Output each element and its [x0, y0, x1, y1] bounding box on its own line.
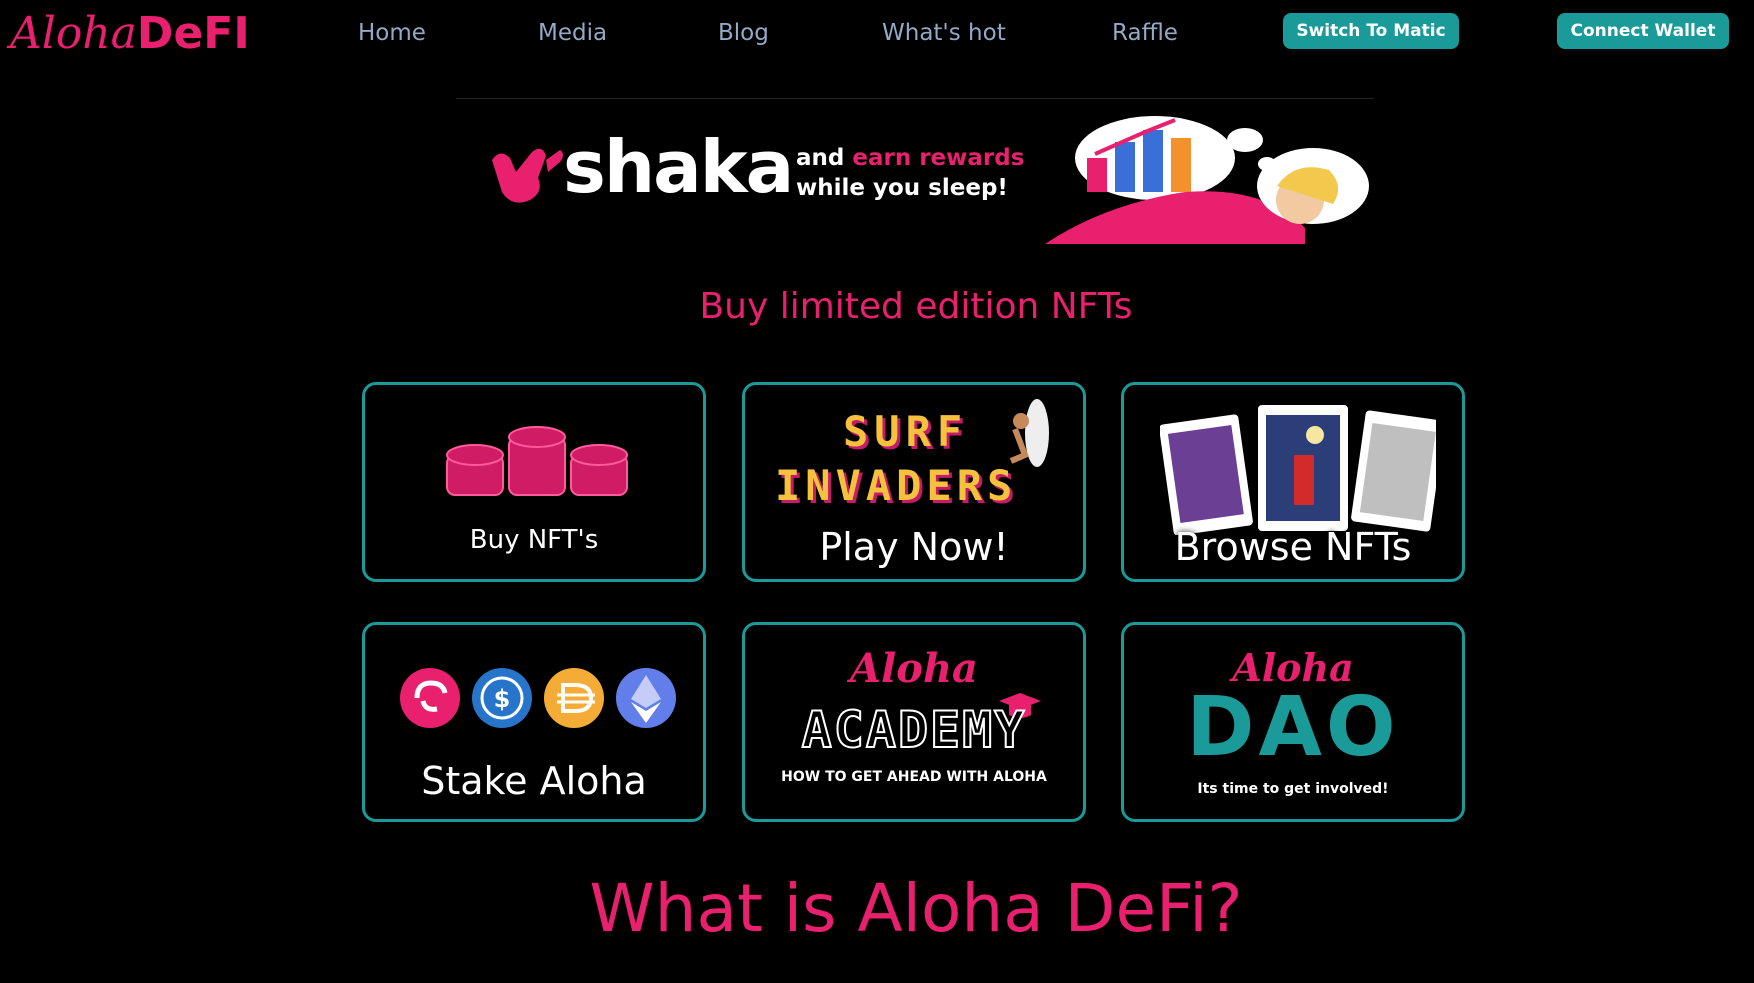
- nav-whats-hot[interactable]: What's hot: [882, 20, 1006, 46]
- svg-text:$: $: [494, 685, 511, 713]
- card-buy-nfts[interactable]: Buy NFT's: [362, 382, 706, 582]
- academy-title: ACADEMY: [801, 700, 1027, 760]
- play-now-label: Play Now!: [819, 525, 1009, 569]
- dao-title: DAO: [1186, 680, 1400, 775]
- tagline-highlight: earn rewards: [852, 145, 1025, 171]
- banner-tagline: and earn rewards while you sleep!: [796, 143, 1024, 203]
- browse-nfts-label: Browse NFTs: [1174, 525, 1412, 569]
- surf-title-line2: INVADERS: [775, 461, 1018, 510]
- sleeping-illustration: [1045, 116, 1369, 244]
- card-surf-invaders[interactable]: SURF INVADERS Play Now!: [742, 382, 1086, 582]
- coin-stacks-icon: [446, 426, 628, 496]
- shaka-hand-icon: [492, 148, 563, 203]
- logo-script-text: Aloha: [10, 8, 137, 59]
- switch-to-matic-button[interactable]: Switch To Matic: [1283, 13, 1459, 49]
- tagline-line2: while you sleep!: [796, 175, 1008, 201]
- site-logo[interactable]: AlohaDeFI: [10, 8, 250, 60]
- nav-blog[interactable]: Blog: [718, 20, 769, 46]
- usdc-token-icon: $: [472, 668, 532, 728]
- tagline-prefix: and: [796, 145, 845, 171]
- surfer-icon: [1009, 399, 1049, 467]
- nav-raffle[interactable]: Raffle: [1112, 20, 1178, 46]
- nft-cards-icon: [1160, 405, 1436, 535]
- about-title: What is Aloha DeFi?: [589, 870, 1243, 947]
- academy-script-text: Aloha: [850, 645, 978, 692]
- card-browse-nfts[interactable]: Browse NFTs: [1121, 382, 1465, 582]
- ethereum-token-icon: [616, 668, 676, 728]
- logo-bold-text: DeFI: [136, 8, 250, 59]
- card-aloha-dao[interactable]: Aloha DAO Its time to get involved!: [1121, 622, 1465, 822]
- card-stake-aloha[interactable]: $ Stake Aloha: [362, 622, 706, 822]
- token-icons: $: [400, 668, 676, 728]
- surf-title-line1: SURF: [843, 407, 969, 456]
- buy-nfts-label: Buy NFT's: [469, 525, 599, 555]
- academy-subtitle: HOW TO GET AHEAD WITH ALOHA: [781, 769, 1047, 785]
- nav-media[interactable]: Media: [538, 20, 607, 46]
- header-divider: [456, 98, 1374, 99]
- stake-aloha-label: Stake Aloha: [421, 759, 647, 803]
- shaka-brand-text: shaka: [563, 125, 794, 209]
- connect-wallet-button[interactable]: Connect Wallet: [1557, 13, 1729, 49]
- aloha-token-icon: [400, 668, 460, 728]
- dao-subtitle: Its time to get involved!: [1197, 781, 1389, 797]
- nav-home[interactable]: Home: [358, 20, 426, 46]
- dai-token-icon: [544, 668, 604, 728]
- card-aloha-academy[interactable]: Aloha ACADEMY HOW TO GET AHEAD WITH ALOH…: [742, 622, 1086, 822]
- section-title-nfts: Buy limited edition NFTs: [699, 286, 1133, 327]
